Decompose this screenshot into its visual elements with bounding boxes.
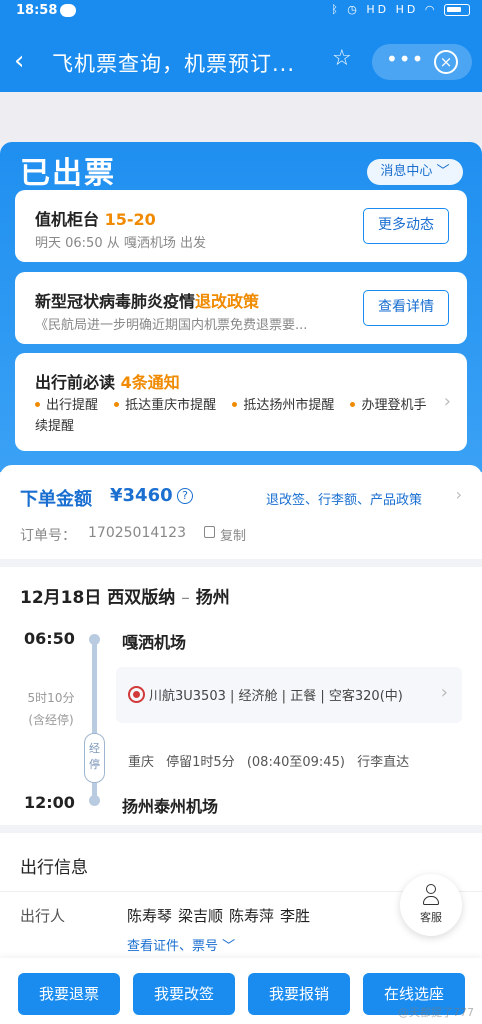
checkin-counter: 15-20 xyxy=(104,210,156,229)
navbar: ‹ 飞机票查询，机票预订... ☆ ••• × xyxy=(0,38,482,86)
mini-program-capsule: ••• × xyxy=(372,44,472,80)
airline-logo-icon xyxy=(128,686,145,703)
order-amount-label: 下单金额 xyxy=(20,489,92,510)
arrival-dot xyxy=(89,795,100,806)
signal-icon: HD HD xyxy=(366,3,419,16)
departure-airport: 嘎洒机场 xyxy=(122,633,187,652)
notice-item: 抵达扬州市提醒 xyxy=(243,398,335,413)
change-button[interactable]: 我要改签 xyxy=(133,973,235,1015)
departure-time: 06:50 xyxy=(24,629,75,648)
message-center-button[interactable]: 消息中心 ﹀ xyxy=(367,159,463,185)
checkin-detail: 明天 06:50 从 嘎洒机场 出发 xyxy=(35,236,206,251)
customer-service-icon xyxy=(422,884,440,906)
page-title: 飞机票查询，机票预订... xyxy=(52,52,296,76)
passenger-label: 出行人 xyxy=(20,907,66,925)
refund-policy-highlight: 退改政策 xyxy=(195,292,260,311)
passenger-name: 陈寿萍 xyxy=(229,907,275,925)
view-documents-link[interactable]: 查看证件、票号 ﹀ xyxy=(127,935,235,954)
status-icons: ᛒ ◷ HD HD ◠ xyxy=(331,3,470,16)
notice-count: 4条通知 xyxy=(120,373,180,392)
passenger-name: 陈寿琴 xyxy=(127,907,173,925)
flight-duration: 5时10分 (含经停) xyxy=(27,691,75,727)
stopover-badge: 经停 xyxy=(84,733,105,783)
checkin-title: 值机柜台 15-20 xyxy=(35,210,156,229)
reimbursement-button[interactable]: 我要报销 xyxy=(248,973,350,1015)
passenger-name: 李胜 xyxy=(280,907,311,925)
notice-item: 出行提醒 xyxy=(46,398,99,413)
flight-route: 12月18日 西双版纳 – 扬州 xyxy=(20,588,230,608)
passenger-name: 梁吉顺 xyxy=(178,907,224,925)
policy-link[interactable]: 退改签、行李额、产品政策 xyxy=(266,489,422,508)
stopover-info: 重庆 停留1时5分 (08:40至09:45) 行李直达 xyxy=(128,755,410,770)
copy-button[interactable]: 复制 xyxy=(220,525,246,544)
status-time: 18:58 xyxy=(16,3,58,18)
flight-detail-row[interactable]: 川航3U3503 | 经济舱 | 正餐 | 空客320(中) › xyxy=(116,667,462,723)
star-icon[interactable]: ☆ xyxy=(332,46,352,71)
customer-service-label: 客服 xyxy=(420,911,442,924)
order-panel: 下单金额 ¥3460 ? 退改签、行李额、产品政策 › 订单号： 1702501… xyxy=(0,465,482,561)
chevron-right-icon: › xyxy=(440,682,448,703)
arrival-airport: 扬州泰州机场 xyxy=(122,797,219,816)
notice-item: 抵达重庆市提醒 xyxy=(125,398,217,413)
wechat-icon xyxy=(60,4,76,17)
chevron-right-icon: › xyxy=(455,485,462,504)
banner-placeholder xyxy=(0,92,482,142)
departure-dot xyxy=(89,634,100,645)
refund-button[interactable]: 我要退票 xyxy=(18,973,120,1015)
flight-panel: 12月18日 西双版纳 – 扬州 经停 06:50 嘎洒机场 5时10分 (含经停)… xyxy=(0,567,482,825)
travel-notice-card[interactable]: 出行前必读 4条通知 出行提醒 抵达重庆市提醒 抵达扬州市提醒 办理登机手续提醒… xyxy=(15,353,467,451)
covid-policy-card: 新型冠状病毒肺炎疫情退改政策 《民航局进一步明确近期国内机票免费退票要... 查… xyxy=(15,272,467,344)
flight-info: 川航3U3503 | 经济舱 | 正餐 | 空客320(中) xyxy=(149,689,403,704)
arrival-time: 12:00 xyxy=(24,793,75,812)
alarm-icon: ◷ xyxy=(347,3,360,16)
notice-list: 出行提醒 抵达重庆市提醒 抵达扬州市提醒 办理登机手续提醒 xyxy=(35,395,435,437)
battery-icon xyxy=(444,4,470,16)
order-number: 17025014123 xyxy=(88,525,186,541)
covid-detail: 《民航局进一步明确近期国内机票免费退票要... xyxy=(35,318,308,333)
checkin-card: 值机柜台 15-20 明天 06:50 从 嘎洒机场 出发 更多动态 xyxy=(15,190,467,262)
status-bar: 18:58 ᛒ ◷ HD HD ◠ xyxy=(0,0,482,24)
notice-title: 出行前必读 4条通知 xyxy=(35,373,180,392)
travel-info-heading: 出行信息 xyxy=(20,858,88,878)
help-icon[interactable]: ? xyxy=(177,488,193,504)
bluetooth-icon: ᛒ xyxy=(331,3,341,16)
wifi-icon: ◠ xyxy=(424,3,438,16)
customer-service-button[interactable]: 客服 xyxy=(400,874,462,936)
passenger-list: 陈寿琴 梁吉顺 陈寿萍 李胜 xyxy=(127,905,316,926)
more-updates-button[interactable]: 更多动态 xyxy=(363,208,449,244)
chevron-right-icon: › xyxy=(443,391,451,412)
covid-title: 新型冠状病毒肺炎疫情退改政策 xyxy=(35,292,260,311)
divider xyxy=(0,559,482,567)
back-icon[interactable]: ‹ xyxy=(14,46,42,76)
watermark: @天都提了777 xyxy=(398,1006,474,1019)
ticket-status: 已出票 xyxy=(20,156,116,191)
order-number-label: 订单号： xyxy=(20,528,76,544)
view-details-button[interactable]: 查看详情 xyxy=(363,290,449,326)
copy-icon[interactable] xyxy=(204,526,215,538)
more-icon[interactable]: ••• xyxy=(386,47,424,71)
divider xyxy=(0,825,482,833)
order-amount: ¥3460 xyxy=(110,485,173,506)
close-icon[interactable]: × xyxy=(434,50,458,74)
